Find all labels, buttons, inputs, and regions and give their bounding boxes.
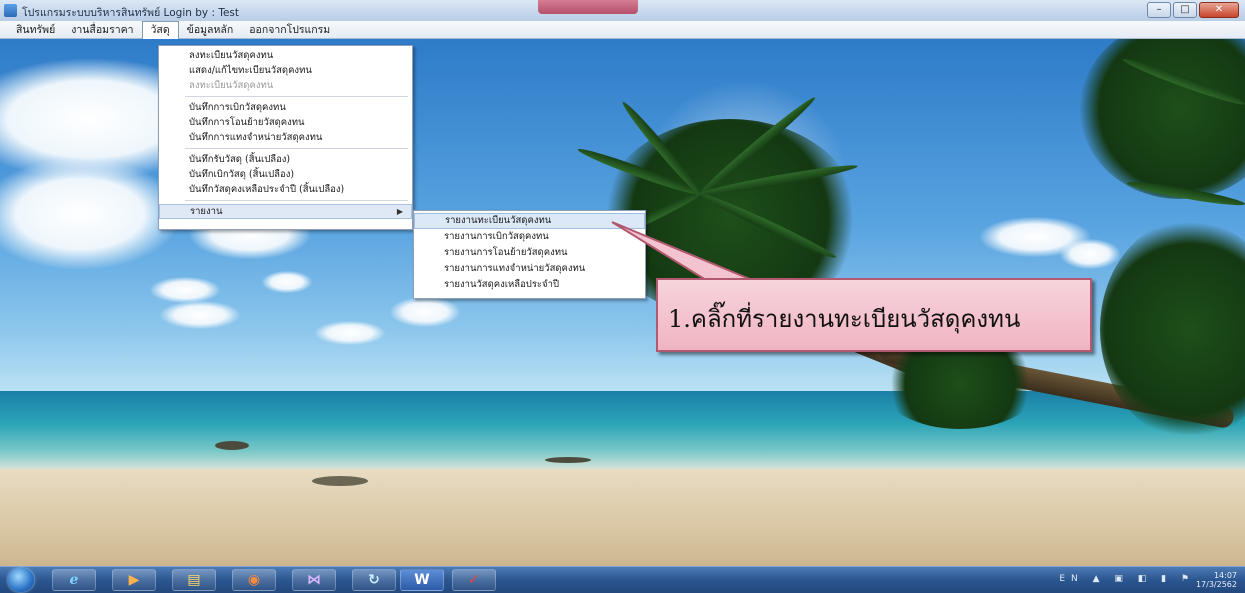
media-player-icon[interactable]: ▶ [112,569,156,591]
window-controls: – □ ✕ [1147,2,1239,18]
minimize-button[interactable]: – [1147,2,1171,18]
taskbar: e ▶ ▤ ◉ ⋈ ↻ W ✓ EN ▲ ▣ ◧ ▮ ⚑ 14:07 17/3/… [0,566,1245,593]
menu-separator [185,96,408,97]
titlebar-highlight [538,0,638,14]
rock [215,441,249,450]
instruction-callout: 1.คลิ๊กที่รายงานทะเบียนวัสดุคงทน [656,278,1092,352]
menu-item-edit-durable[interactable]: แสดง/แก้ไขทะเบียนวัสดุคงทน [159,63,412,78]
close-button[interactable]: ✕ [1199,2,1239,18]
cloud [390,297,460,327]
menu-item-withdraw-durable[interactable]: บันทึกการเบิกวัสดุคงทน [159,100,412,115]
menu-separator [185,200,408,201]
clock-time: 14:07 [1213,571,1237,580]
submenu-item-transfer-report[interactable]: รายงานการโอนย้ายวัสดุคงทน [414,245,645,261]
materials-dropdown: ลงทะเบียนวัสดุคงทน แสดง/แก้ไขทะเบียนวัสด… [158,45,413,230]
clock-date: 17/3/2562 [1195,580,1237,589]
beach-sand [0,469,1245,566]
cloud [262,271,312,293]
menu-bar: สินทรัพย์ งานสื่อมราคา วัสดุ ข้อมูลหลัก … [0,20,1245,39]
submenu-item-dispose-report[interactable]: รายงานการแทงจำหน่ายวัสดุคงทน [414,261,645,277]
app-icon-bowtie[interactable]: ⋈ [292,569,336,591]
firefox-icon[interactable]: ◉ [232,569,276,591]
menu-item-receive-consumable[interactable]: บันทึกรับวัสดุ (สิ้นเปลือง) [159,152,412,167]
window-titlebar: โปรแกรมระบบบริหารสินทรัพย์ Login by : Te… [0,0,1245,22]
system-tray-icons[interactable]: EN ▲ ▣ ◧ ▮ ⚑ [1059,574,1195,584]
submenu-arrow-icon: ▶ [396,207,403,216]
rock [312,476,368,486]
cloud [160,301,240,329]
cloud [150,277,220,303]
clock[interactable]: 14:07 17/3/2562 [1196,571,1237,589]
menu-item-transfer-durable[interactable]: บันทึกการโอนย้ายวัสดุคงทน [159,115,412,130]
cloud [1060,239,1120,269]
menu-master-data[interactable]: ข้อมูลหลัก [179,21,242,39]
menu-item-dispose-durable[interactable]: บันทึกการแทงจำหน่ายวัสดุคงทน [159,130,412,145]
sea [0,391,1245,471]
palm-foliage [880,339,1040,429]
menu-separator [185,148,408,149]
menu-materials[interactable]: วัสดุ [141,20,179,39]
internet-explorer-icon[interactable]: e [52,569,96,591]
menu-item-reports-label: รายงาน [190,206,223,217]
menu-depreciation[interactable]: งานสื่อมราคา [63,21,141,39]
submenu-item-withdraw-report[interactable]: รายงานการเบิกวัสดุคงทน [414,229,645,245]
menu-item-withdraw-consumable[interactable]: บันทึกเบิกวัสดุ (สิ้นเปลือง) [159,167,412,182]
menu-assets[interactable]: สินทรัพย์ [8,21,63,39]
cloud [315,321,385,345]
cloud [0,159,180,269]
menu-item-yearly-consumable[interactable]: บันทึกวัสดุคงเหลือประจำปี (สิ้นเปลือง) [159,182,412,197]
callout-text: 1.คลิ๊กที่รายงานทะเบียนวัสดุคงทน [668,305,1021,333]
program-icon[interactable]: ✓ [452,569,496,591]
app-icon [4,4,17,17]
palm-foliage [1080,39,1245,199]
folder-icon[interactable]: ▤ [172,569,216,591]
menu-item-reports[interactable]: รายงาน ▶ [159,204,412,219]
menu-item-register-durable[interactable]: ลงทะเบียนวัสดุคงทน [159,48,412,63]
submenu-item-yearly-report[interactable]: รายงานวัสดุคงเหลือประจำปี [414,277,645,293]
word-icon[interactable]: W [400,569,444,591]
maximize-button[interactable]: □ [1173,2,1197,18]
menu-exit[interactable]: ออกจากโปรแกรม [241,21,338,39]
sync-icon[interactable]: ↻ [352,569,396,591]
submenu-item-durable-register-report[interactable]: รายงานทะเบียนวัสดุคงทน [414,213,645,229]
reports-submenu: รายงานทะเบียนวัสดุคงทน รายงานการเบิกวัสด… [413,210,646,299]
rock [545,457,591,463]
window-title: โปรแกรมระบบบริหารสินทรัพย์ Login by : Te… [22,7,239,19]
start-button[interactable] [8,568,34,592]
menu-item-register-durable-disabled: ลงทะเบียนวัสดุคงทน [189,80,274,91]
